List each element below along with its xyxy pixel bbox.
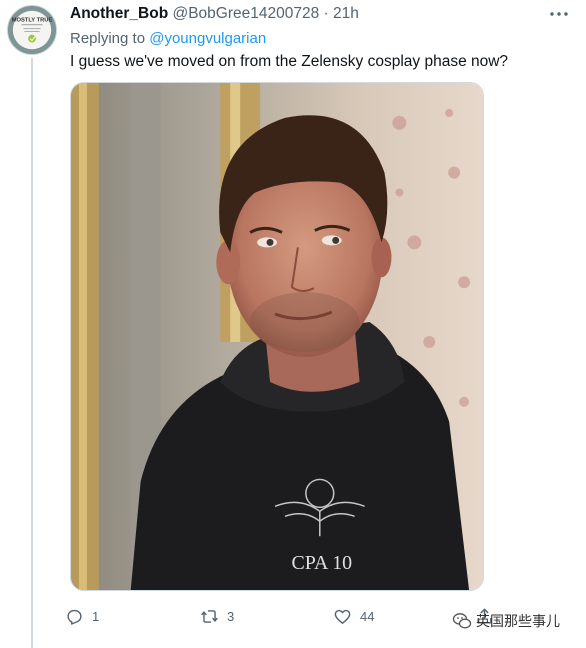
tweet-timestamp[interactable]: 21h bbox=[333, 5, 359, 22]
reply-icon bbox=[67, 609, 82, 625]
wechat-icon bbox=[452, 613, 472, 629]
replying-to-label: Replying to bbox=[70, 30, 146, 47]
tweet-photo[interactable]: CPA 10 bbox=[70, 82, 484, 591]
photo-man-in-hoodie: CPA 10 bbox=[71, 83, 483, 590]
tweet: MOSTLY TRUE Another_Bob @BobGree14200728… bbox=[0, 0, 586, 648]
author-display-name[interactable]: Another_Bob bbox=[70, 5, 168, 22]
hoodie-print-text: CPA 10 bbox=[291, 552, 352, 574]
thread-line bbox=[31, 58, 33, 648]
tweet-text: I guess we've moved on from the Zelensky… bbox=[70, 53, 509, 70]
retweet-button[interactable]: 3 bbox=[200, 603, 234, 629]
author-handle[interactable]: @BobGree14200728 bbox=[172, 5, 319, 22]
like-count: 44 bbox=[360, 608, 375, 624]
watermark: 英国那些事儿 bbox=[452, 610, 560, 632]
retweet-icon bbox=[201, 609, 218, 623]
mostly-true-logo-icon: MOSTLY TRUE bbox=[8, 6, 56, 54]
reply-count: 1 bbox=[92, 608, 100, 624]
avatar[interactable]: MOSTLY TRUE bbox=[7, 5, 57, 55]
heart-icon bbox=[334, 609, 351, 624]
tweet-actions: 1 3 44 bbox=[65, 603, 505, 629]
separator-dot: · bbox=[323, 5, 329, 22]
reply-button[interactable]: 1 bbox=[65, 603, 99, 629]
svg-text:MOSTLY TRUE: MOSTLY TRUE bbox=[12, 17, 53, 23]
more-options-icon[interactable] bbox=[547, 6, 571, 22]
like-button[interactable]: 44 bbox=[333, 603, 374, 629]
tweet-header: Another_Bob @BobGree14200728 · 21h bbox=[70, 5, 359, 23]
watermark-text: 英国那些事儿 bbox=[476, 613, 560, 629]
replying-to: Replying to @youngvulgarian bbox=[70, 30, 266, 48]
retweet-count: 3 bbox=[227, 608, 235, 624]
reply-mention-link[interactable]: @youngvulgarian bbox=[149, 30, 266, 47]
